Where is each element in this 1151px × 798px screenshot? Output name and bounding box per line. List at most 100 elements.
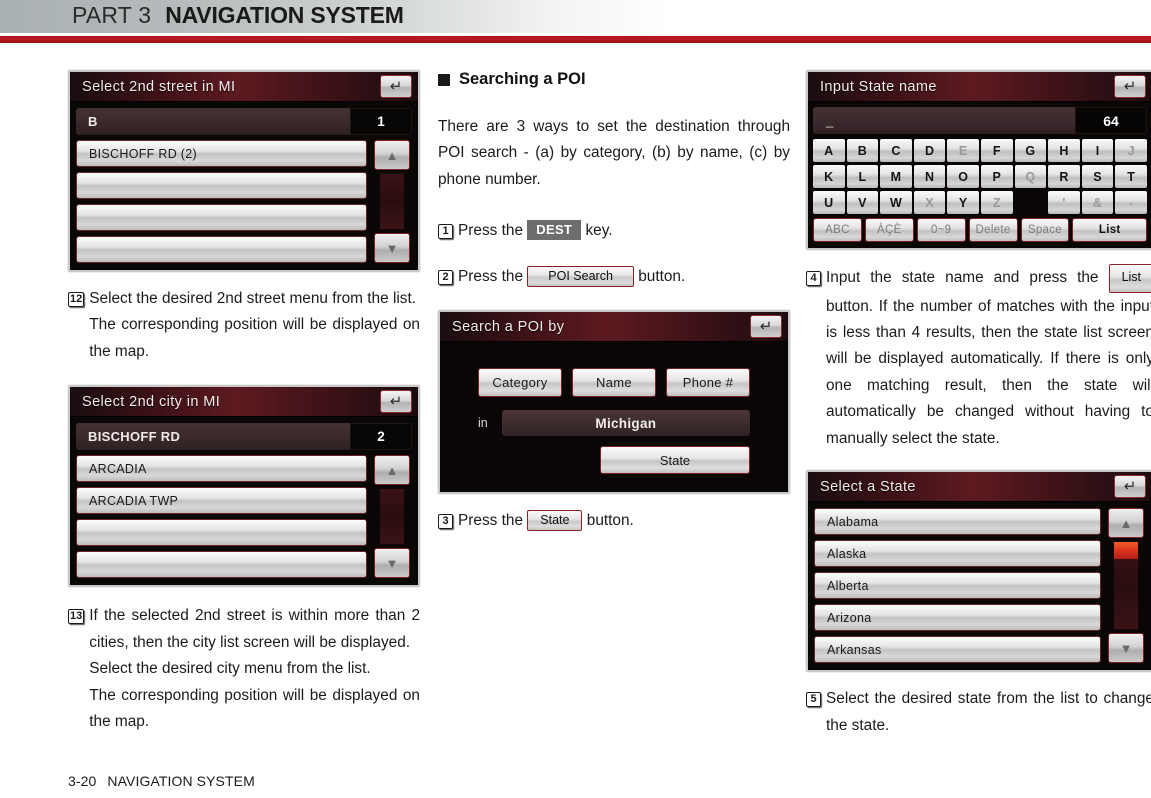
- keyboard-row-3: U V W X Y Z ' & -: [813, 191, 1147, 214]
- name-button[interactable]: Name: [572, 368, 656, 398]
- list-item[interactable]: [76, 236, 367, 263]
- delete-key[interactable]: Delete: [968, 218, 1018, 242]
- step-number: 5: [806, 686, 821, 739]
- scrollbar[interactable]: ▲ ▼: [372, 140, 412, 263]
- back-arrow-icon[interactable]: ↵: [750, 315, 782, 339]
- phone-number-button[interactable]: Phone #: [666, 368, 750, 398]
- step-line: Select the desired city menu from the li…: [89, 660, 371, 678]
- list-wrapper: ARCADIA ARCADIA TWP ▲ ▼: [76, 455, 412, 579]
- space-key[interactable]: Space: [1020, 218, 1070, 242]
- list-button-chip[interactable]: List: [1108, 264, 1151, 293]
- scrollbar-thumb[interactable]: [1114, 542, 1138, 560]
- scrollbar-track[interactable]: [1113, 541, 1139, 631]
- footer-label: NAVIGATION SYSTEM: [107, 773, 255, 789]
- key-u[interactable]: U: [813, 191, 845, 214]
- key-h[interactable]: H: [1048, 139, 1080, 162]
- numbers-key[interactable]: 0~9: [916, 218, 966, 242]
- key-k[interactable]: K: [813, 165, 845, 188]
- list-item[interactable]: Arkansas: [814, 636, 1101, 664]
- search-input[interactable]: BISCHOFF RD: [76, 423, 350, 451]
- key-d[interactable]: D: [913, 139, 946, 162]
- search-row: B 1: [76, 108, 412, 135]
- keyboard-row-2: K L M N O P Q R S T: [813, 165, 1147, 188]
- screen-titlebar: Select 2nd street in MI ↵: [70, 72, 418, 102]
- list-item[interactable]: [76, 204, 367, 231]
- state-button-chip[interactable]: State: [527, 510, 583, 532]
- chevron-down-double-icon[interactable]: ▼: [374, 548, 410, 579]
- list-item[interactable]: [76, 519, 367, 547]
- key-e[interactable]: E: [947, 139, 979, 162]
- step-body: Press the POI Search button.: [458, 266, 685, 288]
- step-body: Input the state name and press the List …: [826, 264, 1151, 452]
- step-body: Select the desired state from the list t…: [826, 690, 1151, 734]
- key-j[interactable]: J: [1115, 139, 1147, 162]
- key-p[interactable]: P: [980, 165, 1013, 188]
- back-arrow-icon[interactable]: ↵: [1114, 475, 1146, 499]
- scrollbar[interactable]: ▲ ▼: [372, 455, 412, 579]
- screen-titlebar: Input State name ↵: [808, 72, 1151, 102]
- back-arrow-icon[interactable]: ↵: [380, 75, 412, 98]
- list-item[interactable]: ARCADIA TWP: [76, 487, 367, 515]
- key-n[interactable]: N: [913, 165, 946, 188]
- chevron-up-double-icon[interactable]: ▲: [374, 455, 410, 486]
- list-item[interactable]: [76, 172, 367, 199]
- list-item[interactable]: Alberta: [814, 572, 1101, 600]
- chevron-down-double-icon[interactable]: ▼: [1108, 633, 1144, 664]
- list-item[interactable]: Alaska: [814, 540, 1101, 568]
- screen-select-a-state: Select a State ↵ Alabama Alaska Alberta …: [806, 470, 1151, 673]
- search-input[interactable]: B: [76, 108, 350, 135]
- chevron-up-double-icon[interactable]: ▲: [374, 140, 410, 170]
- back-arrow-icon[interactable]: ↵: [1114, 75, 1146, 98]
- key-apostrophe[interactable]: ': [1048, 191, 1080, 214]
- key-w[interactable]: W: [880, 191, 912, 214]
- key-s[interactable]: S: [1081, 165, 1114, 188]
- screen-title: Select 2nd street in MI: [82, 78, 236, 95]
- key-hyphen[interactable]: -: [1115, 191, 1147, 214]
- state-name-input[interactable]: _: [813, 107, 1075, 134]
- list-item[interactable]: Arizona: [814, 604, 1101, 632]
- list-item[interactable]: [76, 551, 367, 579]
- screen-title: Select 2nd city in MI: [82, 393, 221, 410]
- scrollbar-track[interactable]: [379, 488, 405, 546]
- list-key[interactable]: List: [1072, 218, 1148, 242]
- back-arrow-icon[interactable]: ↵: [380, 390, 412, 414]
- key-spacer: [1014, 191, 1047, 214]
- key-l[interactable]: L: [846, 165, 879, 188]
- key-z[interactable]: Z: [980, 191, 1013, 214]
- step-text-pre: Press the: [458, 222, 524, 240]
- key-x[interactable]: X: [913, 191, 946, 214]
- poi-search-button-chip[interactable]: POI Search: [527, 266, 634, 288]
- accent-key[interactable]: ÀÇÈ: [864, 218, 914, 242]
- list-item[interactable]: ARCADIA: [76, 455, 367, 483]
- key-r[interactable]: R: [1048, 165, 1080, 188]
- key-ampersand[interactable]: &: [1081, 191, 1114, 214]
- keyboard-input-row: _ 64: [813, 107, 1147, 134]
- list-container: ARCADIA ARCADIA TWP: [76, 455, 367, 579]
- key-m[interactable]: M: [880, 165, 912, 188]
- key-t[interactable]: T: [1115, 165, 1147, 188]
- key-c[interactable]: C: [880, 139, 912, 162]
- key-a[interactable]: A: [813, 139, 845, 162]
- scrollbar[interactable]: ▲ ▼: [1106, 508, 1146, 664]
- chevron-up-double-icon[interactable]: ▲: [1108, 508, 1144, 539]
- chevron-down-double-icon[interactable]: ▼: [374, 233, 410, 263]
- key-b[interactable]: B: [846, 139, 879, 162]
- key-v[interactable]: V: [846, 191, 879, 214]
- key-i[interactable]: I: [1081, 139, 1114, 162]
- abc-key[interactable]: ABC: [813, 218, 862, 242]
- key-o[interactable]: O: [947, 165, 979, 188]
- list-item[interactable]: Alabama: [814, 508, 1101, 536]
- list-item[interactable]: BISCHOFF RD (2): [76, 140, 367, 167]
- key-q[interactable]: Q: [1014, 165, 1047, 188]
- category-button[interactable]: Category: [478, 368, 562, 398]
- step-line: The corresponding position will be displ…: [89, 686, 420, 731]
- key-g[interactable]: G: [1014, 139, 1047, 162]
- screen-select-2nd-street: Select 2nd street in MI ↵ B 1 BISCHOFF R…: [68, 70, 420, 272]
- match-count-badge: 64: [1075, 107, 1147, 134]
- dest-key-chip[interactable]: DEST: [527, 220, 582, 241]
- scrollbar-track[interactable]: [379, 173, 405, 230]
- key-f[interactable]: F: [980, 139, 1013, 162]
- state-button[interactable]: State: [600, 446, 750, 475]
- step-body: Press the DEST key.: [458, 220, 613, 241]
- key-y[interactable]: Y: [947, 191, 979, 214]
